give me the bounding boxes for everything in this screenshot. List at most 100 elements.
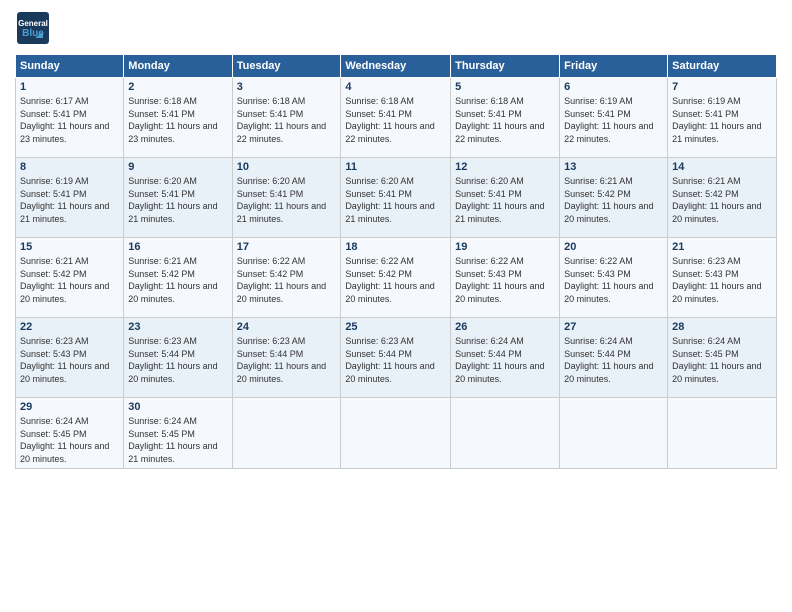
calendar-cell: 28 Sunrise: 6:24 AMSunset: 5:45 PMDayligh…	[668, 318, 777, 398]
calendar-cell: 12 Sunrise: 6:20 AMSunset: 5:41 PMDayligh…	[451, 158, 560, 238]
calendar-cell: 9Sunrise: 6:20 AMSunset: 5:41 PMDaylight…	[124, 158, 232, 238]
day-info: Sunrise: 6:21 AMSunset: 5:42 PMDaylight:…	[128, 255, 227, 305]
day-number: 6	[564, 81, 663, 93]
calendar-cell: 10 Sunrise: 6:20 AMSunset: 5:41 PMDayligh…	[232, 158, 341, 238]
calendar-table: SundayMondayTuesdayWednesdayThursdayFrid…	[15, 54, 777, 469]
day-info: Sunrise: 6:19 AMSunset: 5:41 PMDaylight:…	[564, 95, 663, 145]
day-info: Sunrise: 6:18 AMSunset: 5:41 PMDaylight:…	[455, 95, 555, 145]
calendar-cell	[560, 398, 668, 469]
day-info: Sunrise: 6:20 AMSunset: 5:41 PMDaylight:…	[237, 175, 337, 225]
week-row-2: 8 Sunrise: 6:19 AMSunset: 5:41 PMDaylight…	[16, 158, 777, 238]
day-number: 1	[20, 81, 119, 93]
day-number: 14	[672, 161, 772, 173]
week-row-3: 15 Sunrise: 6:21 AMSunset: 5:42 PMDayligh…	[16, 238, 777, 318]
header: General Blue	[15, 10, 777, 46]
day-number: 17	[237, 241, 337, 253]
day-info: Sunrise: 6:19 AMSunset: 5:41 PMDaylight:…	[20, 175, 119, 225]
day-number: 19	[455, 241, 555, 253]
calendar-cell: 1 Sunrise: 6:17 AMSunset: 5:41 PMDaylight…	[16, 78, 124, 158]
day-number: 10	[237, 161, 337, 173]
calendar-cell: 19 Sunrise: 6:22 AMSunset: 5:43 PMDayligh…	[451, 238, 560, 318]
day-info: Sunrise: 6:18 AMSunset: 5:41 PMDaylight:…	[128, 95, 227, 145]
day-number: 23	[128, 321, 227, 333]
calendar-cell: 22Sunrise: 6:23 AMSunset: 5:43 PMDayligh…	[16, 318, 124, 398]
calendar-cell: 18 Sunrise: 6:22 AMSunset: 5:42 PMDayligh…	[341, 238, 451, 318]
calendar-cell: 16 Sunrise: 6:21 AMSunset: 5:42 PMDayligh…	[124, 238, 232, 318]
day-number: 8	[20, 161, 119, 173]
day-number: 12	[455, 161, 555, 173]
calendar-cell: 7Sunrise: 6:19 AMSunset: 5:41 PMDaylight…	[668, 78, 777, 158]
column-header-friday: Friday	[560, 55, 668, 78]
calendar-cell: 24Sunrise: 6:23 AMSunset: 5:44 PMDayligh…	[232, 318, 341, 398]
day-number: 30	[128, 401, 227, 413]
logo-icon: General Blue	[15, 10, 51, 46]
calendar-cell: 2 Sunrise: 6:18 AMSunset: 5:41 PMDaylight…	[124, 78, 232, 158]
day-number: 18	[345, 241, 446, 253]
calendar-cell: 17 Sunrise: 6:22 AMSunset: 5:42 PMDayligh…	[232, 238, 341, 318]
day-number: 3	[237, 81, 337, 93]
day-number: 24	[237, 321, 337, 333]
day-info: Sunrise: 6:20 AMSunset: 5:41 PMDaylight:…	[455, 175, 555, 225]
week-row-1: 1 Sunrise: 6:17 AMSunset: 5:41 PMDaylight…	[16, 78, 777, 158]
day-info: Sunrise: 6:18 AMSunset: 5:41 PMDaylight:…	[237, 95, 337, 145]
column-header-monday: Monday	[124, 55, 232, 78]
day-info: Sunrise: 6:24 AMSunset: 5:44 PMDaylight:…	[455, 335, 555, 385]
calendar-cell	[668, 398, 777, 469]
day-info: Sunrise: 6:24 AMSunset: 5:45 PMDaylight:…	[672, 335, 772, 385]
calendar-cell: 6 Sunrise: 6:19 AMSunset: 5:41 PMDaylight…	[560, 78, 668, 158]
day-number: 28	[672, 321, 772, 333]
day-number: 9	[128, 161, 227, 173]
calendar-cell: 20 Sunrise: 6:22 AMSunset: 5:43 PMDayligh…	[560, 238, 668, 318]
column-header-thursday: Thursday	[451, 55, 560, 78]
calendar-cell: 30Sunrise: 6:24 AMSunset: 5:45 PMDayligh…	[124, 398, 232, 469]
day-info: Sunrise: 6:22 AMSunset: 5:42 PMDaylight:…	[237, 255, 337, 305]
day-info: Sunrise: 6:24 AMSunset: 5:45 PMDaylight:…	[20, 415, 119, 465]
column-header-wednesday: Wednesday	[341, 55, 451, 78]
day-number: 26	[455, 321, 555, 333]
day-number: 11	[345, 161, 446, 173]
calendar-header-row: SundayMondayTuesdayWednesdayThursdayFrid…	[16, 55, 777, 78]
calendar-cell: 13Sunrise: 6:21 AMSunset: 5:42 PMDayligh…	[560, 158, 668, 238]
column-header-tuesday: Tuesday	[232, 55, 341, 78]
calendar-cell: 23 Sunrise: 6:23 AMSunset: 5:44 PMDayligh…	[124, 318, 232, 398]
column-header-sunday: Sunday	[16, 55, 124, 78]
calendar-cell: 15 Sunrise: 6:21 AMSunset: 5:42 PMDayligh…	[16, 238, 124, 318]
calendar-cell: 25 Sunrise: 6:23 AMSunset: 5:44 PMDayligh…	[341, 318, 451, 398]
day-number: 27	[564, 321, 663, 333]
calendar-cell: 4 Sunrise: 6:18 AMSunset: 5:41 PMDaylight…	[341, 78, 451, 158]
day-info: Sunrise: 6:22 AMSunset: 5:43 PMDaylight:…	[564, 255, 663, 305]
day-info: Sunrise: 6:23 AMSunset: 5:43 PMDaylight:…	[20, 335, 119, 385]
day-info: Sunrise: 6:23 AMSunset: 5:43 PMDaylight:…	[672, 255, 772, 305]
day-number: 13	[564, 161, 663, 173]
day-number: 25	[345, 321, 446, 333]
day-number: 15	[20, 241, 119, 253]
calendar-cell	[341, 398, 451, 469]
day-number: 29	[20, 401, 119, 413]
calendar-cell: 21 Sunrise: 6:23 AMSunset: 5:43 PMDayligh…	[668, 238, 777, 318]
day-number: 16	[128, 241, 227, 253]
day-number: 4	[345, 81, 446, 93]
calendar-body: 1 Sunrise: 6:17 AMSunset: 5:41 PMDaylight…	[16, 78, 777, 469]
day-info: Sunrise: 6:19 AMSunset: 5:41 PMDaylight:…	[672, 95, 772, 145]
day-number: 21	[672, 241, 772, 253]
calendar-cell: 27Sunrise: 6:24 AMSunset: 5:44 PMDayligh…	[560, 318, 668, 398]
calendar-cell: 3 Sunrise: 6:18 AMSunset: 5:41 PMDaylight…	[232, 78, 341, 158]
day-info: Sunrise: 6:17 AMSunset: 5:41 PMDaylight:…	[20, 95, 119, 145]
day-info: Sunrise: 6:21 AMSunset: 5:42 PMDaylight:…	[672, 175, 772, 225]
calendar-cell: 11Sunrise: 6:20 AMSunset: 5:41 PMDayligh…	[341, 158, 451, 238]
day-info: Sunrise: 6:23 AMSunset: 5:44 PMDaylight:…	[345, 335, 446, 385]
svg-text:General: General	[18, 19, 48, 28]
week-row-5: 29 Sunrise: 6:24 AMSunset: 5:45 PMDayligh…	[16, 398, 777, 469]
day-info: Sunrise: 6:18 AMSunset: 5:41 PMDaylight:…	[345, 95, 446, 145]
calendar-cell: 14 Sunrise: 6:21 AMSunset: 5:42 PMDayligh…	[668, 158, 777, 238]
day-info: Sunrise: 6:22 AMSunset: 5:42 PMDaylight:…	[345, 255, 446, 305]
column-header-saturday: Saturday	[668, 55, 777, 78]
day-info: Sunrise: 6:22 AMSunset: 5:43 PMDaylight:…	[455, 255, 555, 305]
day-number: 5	[455, 81, 555, 93]
day-info: Sunrise: 6:23 AMSunset: 5:44 PMDaylight:…	[128, 335, 227, 385]
calendar-cell: 5 Sunrise: 6:18 AMSunset: 5:41 PMDaylight…	[451, 78, 560, 158]
day-number: 20	[564, 241, 663, 253]
day-number: 2	[128, 81, 227, 93]
page: General Blue SundayMondayTuesdayWednesda…	[0, 0, 792, 612]
day-info: Sunrise: 6:21 AMSunset: 5:42 PMDaylight:…	[20, 255, 119, 305]
